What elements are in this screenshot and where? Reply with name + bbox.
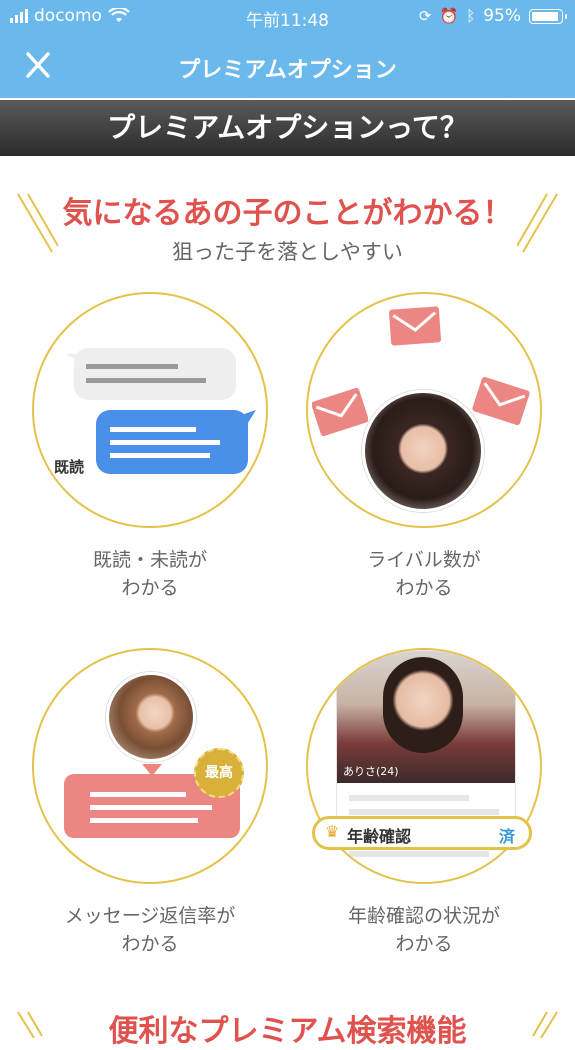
crown-icon: ♛ <box>325 822 340 841</box>
feature-circle-reply-rate: 最高 <box>32 648 268 884</box>
chat-illustration <box>66 348 256 474</box>
age-verify-label: 年齢確認 <box>347 827 412 846</box>
placeholder-line <box>349 851 489 857</box>
feature-caption-read-status: 既読・未読が わかる <box>92 549 207 599</box>
feature-caption-age-verify: 年齢確認の状況が わかる <box>347 905 500 955</box>
badge-best: 最高 <box>194 748 244 798</box>
feature-caption-reply-rate: メッセージ返信率が わかる <box>64 905 236 955</box>
section-heading: 気になるあの子のことがわかる！ <box>62 196 513 231</box>
envelope-icon-top <box>389 306 441 346</box>
bluetooth-icon: ᛒ <box>466 7 476 25</box>
battery-percent: 95% <box>483 6 521 26</box>
profile-name: ありさ(24) <box>343 765 399 778</box>
battery-icon <box>529 8 567 24</box>
profile-photo <box>362 390 484 512</box>
section-subheading: 狙った子を落としやすい <box>172 240 403 264</box>
read-badge: 既読 <box>54 458 85 476</box>
age-verify-pill: ♛ 年齢確認 済 <box>312 816 532 850</box>
alarm-icon: ⏰ <box>439 7 459 25</box>
envelope-icon-right <box>472 376 530 426</box>
battery-fill <box>532 11 558 21</box>
orientation-lock-icon: ⟳ <box>418 7 432 25</box>
feature-circle-read-status: 既読 <box>32 292 268 528</box>
placeholder-line <box>349 809 499 815</box>
feature-caption-rivals: ライバル数が わかる <box>367 549 481 599</box>
profile-face <box>383 657 463 753</box>
page-title: プレミアムオプション <box>178 58 397 83</box>
section-heading-2: 便利なプレミアム検索機能 <box>108 1014 467 1049</box>
section-banner: プレミアムオプションって？ <box>0 100 575 156</box>
placeholder-line <box>349 795 469 801</box>
age-verify-status: 済 <box>498 827 515 846</box>
status-bar: docomo 午前11:48 ⟳ ⏰ ᛒ 95% <box>0 0 575 34</box>
profile-photo: ありさ(24) <box>337 651 515 783</box>
nav-bar: プレミアムオプション <box>0 34 575 98</box>
envelope-icon-left <box>312 388 368 436</box>
